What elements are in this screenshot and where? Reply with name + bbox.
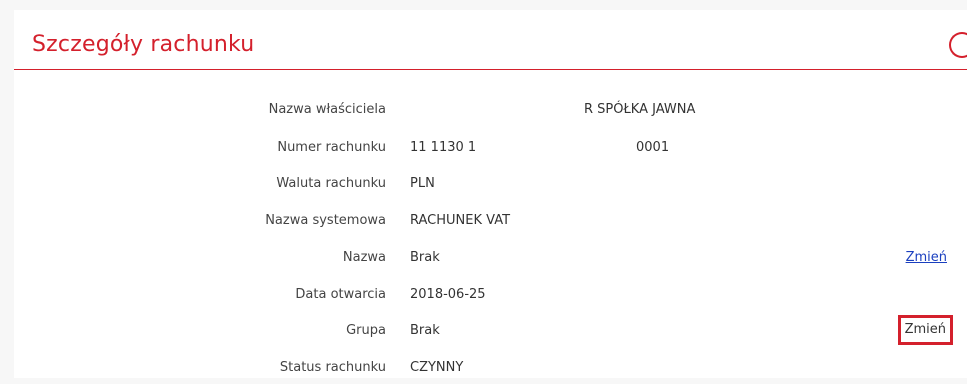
detail-label: Nazwa właściciela [268,102,386,117]
detail-label: Numer rachunku [277,140,386,155]
detail-value: CZYNNY [410,360,464,375]
account-details-panel: Szczegóły rachunku Nazwa właściciela R S… [14,10,967,378]
detail-row-opening-date: Data otwarcia 2018-06-25 [14,287,967,311]
detail-row-group: Grupa Brak Zmień [14,315,967,347]
detail-label: Status rachunku [279,360,386,375]
detail-value: 2018-06-25 [410,287,486,302]
page-title: Szczegóły rachunku [32,32,255,57]
refresh-icon[interactable] [949,32,967,58]
detail-value: Brak [410,323,440,338]
detail-value: Brak [410,250,440,265]
detail-value: RACHUNEK VAT [410,213,511,228]
detail-row-account-number: Numer rachunku 11 1130 1 0001 [14,140,967,164]
detail-row-system-name: Nazwa systemowa RACHUNEK VAT [14,213,967,237]
detail-value: R SPÓŁKA JAWNA [584,102,696,117]
change-group-button[interactable]: Zmień [897,315,953,345]
detail-row-name: Nazwa Brak Zmień [14,250,967,274]
detail-label: Waluta rachunku [276,176,386,191]
change-name-link[interactable]: Zmień [906,250,947,265]
detail-row-status: Status rachunku CZYNNY [14,360,967,384]
detail-label: Nazwa systemowa [265,213,386,228]
detail-label: Data otwarcia [295,287,386,302]
title-divider [14,69,967,70]
detail-label: Nazwa [342,250,386,265]
detail-label: Grupa [346,323,386,338]
detail-value-suffix: 0001 [636,140,670,155]
detail-value-prefix: 11 1130 1 [410,140,477,155]
detail-row-currency: Waluta rachunku PLN [14,176,967,200]
detail-row-owner: Nazwa właściciela R SPÓŁKA JAWNA [14,102,967,126]
detail-value: PLN [410,176,435,191]
